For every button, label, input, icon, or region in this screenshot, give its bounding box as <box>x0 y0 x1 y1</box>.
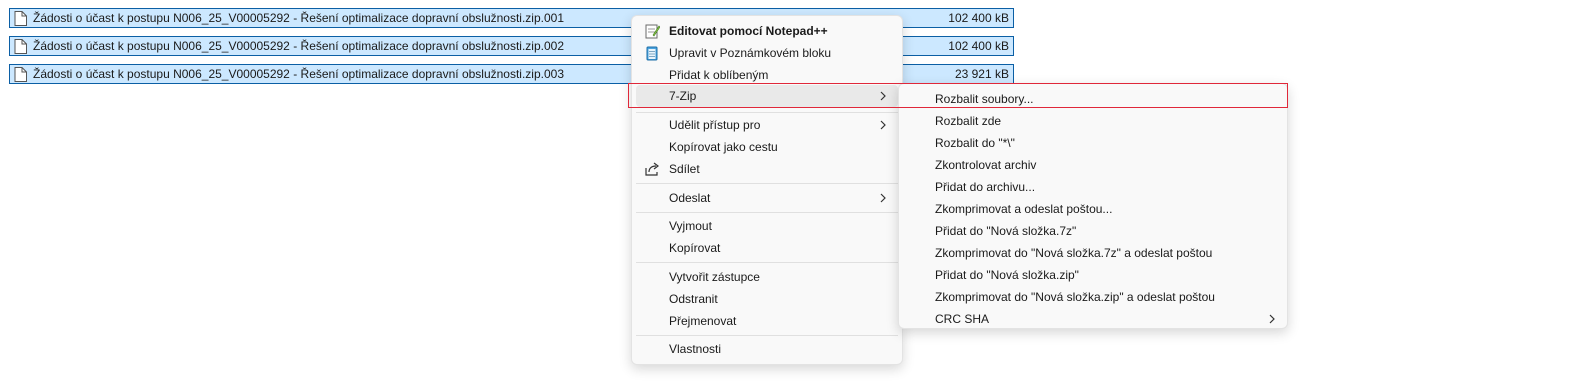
menu-item-label: Přidat k oblíbeným <box>669 68 769 82</box>
menu-item-rename[interactable]: Přejmenovat <box>636 310 898 332</box>
submenu-item-compress-7z-email[interactable]: Zkomprimovat do "Nová složka.7z" a odesl… <box>903 242 1283 264</box>
menu-item-label: Vlastnosti <box>669 342 722 356</box>
file-size: 102 400 kB <box>948 11 1009 25</box>
menu-item-label: Vytvořit zástupce <box>669 270 760 284</box>
submenu-item-label: Zkontrolovat archiv <box>935 158 1037 172</box>
menu-item-label: Kopírovat jako cestu <box>669 140 778 154</box>
menu-item-create-shortcut[interactable]: Vytvořit zástupce <box>636 266 898 288</box>
submenu-item-label: Přidat do archivu... <box>935 180 1036 194</box>
menu-item-copy[interactable]: Kopírovat <box>636 237 898 259</box>
chevron-right-icon <box>880 91 886 101</box>
menu-item-label: Udělit přístup pro <box>669 118 761 132</box>
file-size: 102 400 kB <box>948 39 1009 53</box>
menu-item-label: Kopírovat <box>669 241 721 255</box>
chevron-right-icon <box>1269 314 1275 324</box>
submenu-item-add-to-zip[interactable]: Přidat do "Nová složka.zip" <box>903 264 1283 286</box>
menu-item-label: Editovat pomocí Notepad++ <box>669 24 828 38</box>
menu-item-share[interactable]: Sdílet <box>636 158 898 180</box>
submenu-item-crc-sha[interactable]: CRC SHA <box>903 308 1283 330</box>
menu-separator <box>636 335 898 336</box>
menu-item-label: Přejmenovat <box>669 314 737 328</box>
menu-item-copy-as-path[interactable]: Kopírovat jako cestu <box>636 136 898 158</box>
menu-item-7zip[interactable]: 7-Zip <box>636 85 898 107</box>
submenu-item-label: Přidat do "Nová složka.zip" <box>935 268 1079 282</box>
menu-item-send-to[interactable]: Odeslat <box>636 187 898 209</box>
submenu-item-extract-to[interactable]: Rozbalit do "*\" <box>903 132 1283 154</box>
file-icon <box>14 66 27 82</box>
menu-item-label: Odeslat <box>669 191 711 205</box>
file-icon <box>14 38 27 54</box>
submenu-item-add-to-archive[interactable]: Přidat do archivu... <box>903 176 1283 198</box>
menu-item-label: Vyjmout <box>669 219 712 233</box>
menu-item-label: Upravit v Poznámkovém bloku <box>669 46 832 60</box>
file-icon <box>14 10 27 26</box>
submenu-item-label: Rozbalit zde <box>935 114 1002 128</box>
file-size: 23 921 kB <box>954 67 1009 81</box>
menu-item-properties[interactable]: Vlastnosti <box>636 338 898 360</box>
submenu-item-add-to-7z[interactable]: Přidat do "Nová složka.7z" <box>903 220 1283 242</box>
submenu-item-compress-email[interactable]: Zkomprimovat a odeslat poštou... <box>903 198 1283 220</box>
menu-item-add-favorites[interactable]: Přidat k oblíbeným <box>636 64 898 86</box>
submenu-item-label: Rozbalit do "*\" <box>935 136 1015 150</box>
menu-item-grant-access[interactable]: Udělit přístup pro <box>636 114 898 136</box>
menu-item-cut[interactable]: Vyjmout <box>636 215 898 237</box>
notepadpp-icon <box>645 24 660 39</box>
menu-item-delete[interactable]: Odstranit <box>636 288 898 310</box>
menu-item-label: Odstranit <box>669 292 718 306</box>
chevron-right-icon <box>880 120 886 130</box>
menu-item-edit-notepad[interactable]: Upravit v Poznámkovém bloku <box>636 42 898 64</box>
share-icon <box>645 162 659 176</box>
7zip-submenu: Rozbalit soubory... Rozbalit zde Rozbali… <box>898 83 1288 329</box>
submenu-item-extract-files[interactable]: Rozbalit soubory... <box>903 88 1283 110</box>
menu-item-label: Sdílet <box>669 162 700 176</box>
context-menu: Editovat pomocí Notepad++ Upravit v Pozn… <box>631 15 903 365</box>
submenu-item-label: CRC SHA <box>935 312 990 326</box>
submenu-item-label: Zkomprimovat a odeslat poštou... <box>935 202 1113 216</box>
menu-separator <box>636 112 898 113</box>
menu-separator <box>636 212 898 213</box>
submenu-item-test-archive[interactable]: Zkontrolovat archiv <box>903 154 1283 176</box>
menu-item-label: 7-Zip <box>669 89 697 103</box>
submenu-item-label: Rozbalit soubory... <box>935 92 1034 106</box>
chevron-right-icon <box>880 193 886 203</box>
submenu-item-label: Zkomprimovat do "Nová složka.7z" a odesl… <box>935 246 1213 260</box>
menu-item-edit-notepadpp[interactable]: Editovat pomocí Notepad++ <box>636 20 898 42</box>
submenu-item-compress-zip-email[interactable]: Zkomprimovat do "Nová složka.zip" a odes… <box>903 286 1283 308</box>
submenu-item-label: Zkomprimovat do "Nová složka.zip" a odes… <box>935 290 1215 304</box>
menu-separator <box>636 183 898 184</box>
submenu-item-extract-here[interactable]: Rozbalit zde <box>903 110 1283 132</box>
notepad-icon <box>646 46 658 61</box>
submenu-item-label: Přidat do "Nová složka.7z" <box>935 224 1077 238</box>
menu-separator <box>636 262 898 263</box>
